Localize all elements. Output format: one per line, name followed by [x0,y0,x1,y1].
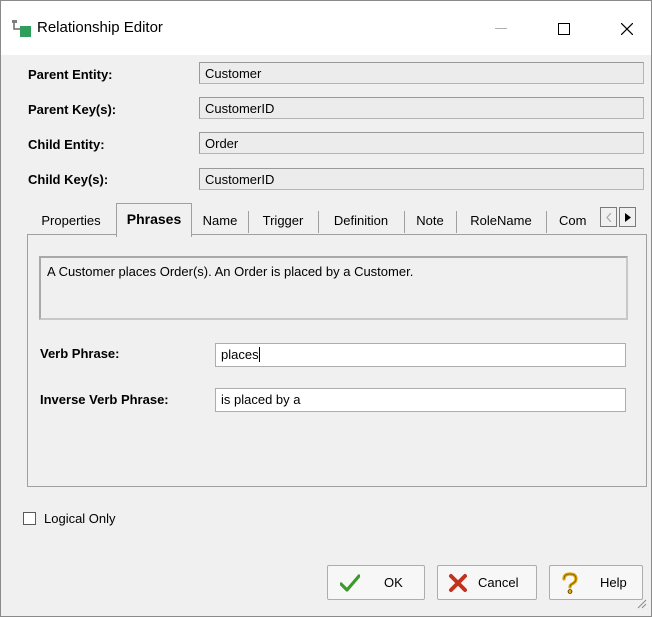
resize-grip-icon[interactable] [637,597,647,612]
tab-note[interactable]: Note [405,207,455,235]
close-button[interactable] [607,13,647,45]
checkmark-icon [332,573,368,592]
tab-phrases[interactable]: Phrases [116,203,192,237]
parent-entity-label: Parent Entity: [28,67,113,82]
relationship-editor-app-icon [12,20,32,38]
maximize-icon [558,23,570,35]
inverse-verb-phrase-label: Inverse Verb Phrase: [40,392,169,407]
logical-only-checkbox-row[interactable]: Logical Only [23,510,116,526]
tab-rolename[interactable]: RoleName [457,207,545,235]
tab-trigger[interactable]: Trigger [249,207,317,235]
cancel-label: Cancel [478,575,519,590]
relationship-editor-window: Relationship Editor Parent Entity: Custo… [0,0,652,617]
ok-label: OK [384,575,403,590]
title-bar[interactable]: Relationship Editor [1,1,651,55]
verb-phrase-label: Verb Phrase: [40,346,120,361]
parent-keys-label: Parent Key(s): [28,102,117,117]
text-cursor [258,347,260,362]
tab-definition[interactable]: Definition [319,207,403,235]
child-entity-field: Order [199,132,644,154]
maximize-button[interactable] [544,13,584,45]
cancel-x-icon [442,573,474,593]
relationship-sentence: A Customer places Order(s). An Order is … [39,256,628,320]
minimize-icon [495,28,507,29]
phrases-panel: A Customer places Order(s). An Order is … [27,234,647,487]
tab-strip: Properties Phrases Name Trigger Definiti… [27,203,647,237]
cancel-button[interactable]: Cancel [437,565,537,600]
tab-com-truncated[interactable]: Com [559,207,597,235]
child-entity-label: Child Entity: [28,137,105,152]
inverse-verb-phrase-input[interactable]: is placed by a [215,388,626,412]
verb-phrase-value: places [221,347,259,362]
minimize-button[interactable] [481,13,521,45]
logical-only-label: Logical Only [44,510,116,526]
window-title: Relationship Editor [37,19,163,36]
child-keys-label: Child Key(s): [28,172,109,187]
child-keys-field: CustomerID [199,168,644,190]
help-button[interactable]: Help [549,565,643,600]
parent-entity-field: Customer [199,62,644,84]
arrow-right-icon [624,212,631,222]
tab-separator [546,211,547,233]
help-label: Help [600,575,627,590]
parent-keys-field: CustomerID [199,97,644,119]
arrow-left-icon [605,212,611,222]
close-icon [621,23,633,35]
logical-only-checkbox[interactable] [23,511,36,525]
verb-phrase-input[interactable]: places [215,343,626,367]
tab-scroll-left-button[interactable] [600,207,617,227]
tab-properties[interactable]: Properties [27,207,115,235]
help-question-icon [554,571,586,594]
tab-name[interactable]: Name [193,207,247,235]
ok-button[interactable]: OK [327,565,425,600]
tab-scroll-right-button[interactable] [619,207,636,227]
